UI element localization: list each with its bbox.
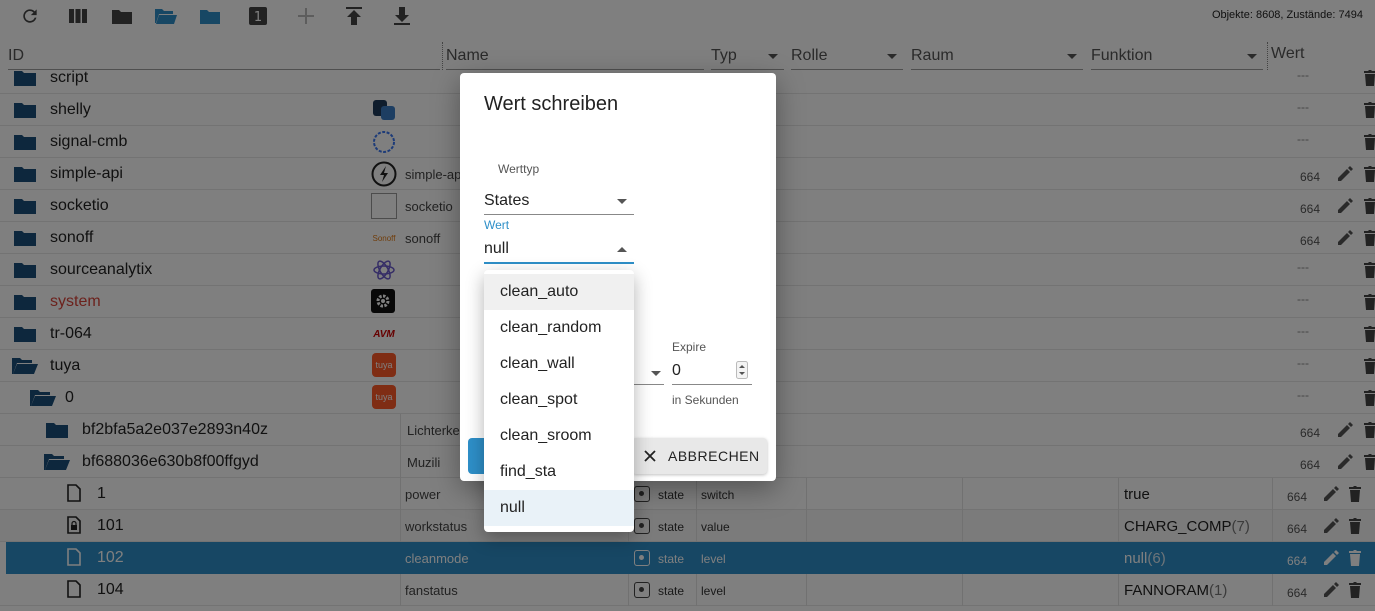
werttyp-label: Werttyp bbox=[498, 162, 540, 176]
menu-item-clean-random[interactable]: clean_random bbox=[484, 310, 634, 346]
stepper-icon[interactable] bbox=[736, 361, 748, 379]
wert-value: null bbox=[484, 240, 509, 257]
menu-item-null[interactable]: null bbox=[484, 490, 634, 526]
wert-label: Wert bbox=[484, 218, 510, 232]
menu-item-clean-wall[interactable]: clean_wall bbox=[484, 346, 634, 382]
expire-value: 0 bbox=[672, 362, 681, 379]
menu-item-find-sta[interactable]: find_sta bbox=[484, 454, 634, 490]
chevron-up-icon bbox=[617, 247, 627, 252]
cancel-button[interactable]: ABBRECHEN bbox=[632, 438, 767, 474]
werttyp-value: States bbox=[484, 192, 530, 209]
chevron-down-icon[interactable] bbox=[650, 370, 662, 378]
menu-item-clean-sroom[interactable]: clean_sroom bbox=[484, 418, 634, 454]
close-icon bbox=[644, 450, 656, 462]
expire-label: Expire bbox=[672, 340, 707, 354]
dialog-title: Wert schreiben bbox=[484, 93, 619, 115]
menu-item-clean-spot[interactable]: clean_spot bbox=[484, 382, 634, 418]
chevron-down-icon bbox=[617, 199, 627, 204]
menu-item-clean-auto[interactable]: clean_auto bbox=[484, 274, 634, 310]
wert-options-menu: clean_auto clean_random clean_wall clean… bbox=[484, 270, 634, 532]
expire-helper: in Sekunden bbox=[672, 393, 739, 407]
